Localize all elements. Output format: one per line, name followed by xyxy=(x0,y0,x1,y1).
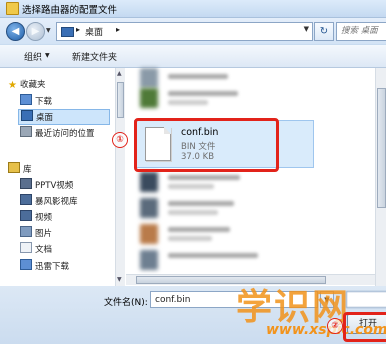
blurred-file-item[interactable] xyxy=(140,172,290,194)
window-title: 选择路由器的配置文件 xyxy=(22,5,118,16)
breadcrumb-chevron-icon[interactable]: ▸ xyxy=(116,25,120,34)
nav-item-desktop[interactable]: 桌面 xyxy=(18,109,110,125)
nav-item-pictures[interactable]: 图片 xyxy=(20,226,52,240)
back-arrow-icon[interactable]: ◀ xyxy=(6,22,25,41)
blurred-file-item[interactable] xyxy=(140,198,290,220)
toolbar: 组织 ▼ 新建文件夹 xyxy=(0,45,386,68)
nav-scroll-thumb[interactable] xyxy=(117,82,124,118)
blurred-file-icon xyxy=(140,172,158,192)
selected-file-highlight xyxy=(134,118,279,172)
nav-favorites-label: 收藏夹 xyxy=(19,80,46,90)
search-box[interactable] xyxy=(336,22,386,41)
blurred-text xyxy=(168,175,240,180)
video-library-icon xyxy=(20,194,32,205)
open-button-highlight xyxy=(343,312,386,342)
blurred-file-item[interactable] xyxy=(140,88,290,110)
nav-item-label: 下载 xyxy=(35,97,53,107)
desktop-icon xyxy=(21,110,33,121)
organize-dropdown-icon[interactable]: ▼ xyxy=(45,52,50,59)
blurred-text xyxy=(168,210,218,215)
title-bar: 选择路由器的配置文件 xyxy=(0,0,386,18)
nav-item-label: 文档 xyxy=(35,245,53,255)
nav-item-pptv[interactable]: PPTV视频 xyxy=(20,178,73,192)
video-library-icon xyxy=(20,210,32,221)
blurred-file-icon xyxy=(140,88,158,108)
blurred-file-icon xyxy=(140,250,158,270)
nav-item-label: 视频 xyxy=(35,213,53,223)
download-folder-icon xyxy=(20,259,32,270)
blurred-file-icon xyxy=(140,198,158,218)
refresh-icon[interactable]: ↻ xyxy=(314,22,334,41)
blurred-file-icon xyxy=(140,68,158,88)
blurred-file-item[interactable] xyxy=(140,250,290,272)
app-icon xyxy=(6,2,19,15)
nav-item-recent-places[interactable]: 最近访问的位置 xyxy=(20,126,95,140)
step-marker-2: ② xyxy=(327,318,343,334)
blurred-file-item[interactable] xyxy=(140,224,290,246)
nav-item-label: 最近访问的位置 xyxy=(35,129,95,139)
new-folder-button[interactable]: 新建文件夹 xyxy=(72,50,117,63)
nav-libraries[interactable]: 库 xyxy=(8,162,32,176)
file-list-scrollbar[interactable] xyxy=(375,68,386,286)
blurred-text xyxy=(168,74,228,79)
recent-places-icon xyxy=(20,126,32,137)
nav-item-label: 图片 xyxy=(35,229,53,239)
nav-item-baofeng[interactable]: 暴风影视库 xyxy=(20,194,78,208)
blurred-file-item[interactable] xyxy=(140,68,290,90)
nav-favorites[interactable]: ★ 收藏夹 xyxy=(8,78,45,92)
blurred-text xyxy=(168,100,208,105)
address-dropdown-icon[interactable]: ▼ xyxy=(304,25,309,33)
blurred-text xyxy=(168,184,214,189)
filename-label: 文件名(N): xyxy=(104,298,148,308)
main-area: ★ 收藏夹 下载 桌面 最近访问的位置 库 PPTV视频 暴风影视库 视频 图片 … xyxy=(0,68,386,286)
scroll-up-icon[interactable]: ▲ xyxy=(117,70,122,77)
star-icon: ★ xyxy=(8,80,17,91)
file-scroll-thumb[interactable] xyxy=(377,88,386,208)
search-input[interactable] xyxy=(337,23,386,38)
library-icon xyxy=(8,162,20,173)
documents-library-icon xyxy=(20,242,32,253)
nav-item-documents[interactable]: 文档 xyxy=(20,242,52,256)
blurred-text xyxy=(168,201,234,206)
blurred-file-icon xyxy=(140,224,158,244)
nav-item-label: 迅雷下载 xyxy=(35,262,70,272)
organize-button[interactable]: 组织 xyxy=(24,50,42,63)
breadcrumb-separator-icon[interactable]: ▸ xyxy=(76,25,80,34)
address-row: ◀ ▶ ▼ ▸ 桌面 ▸ ▼ ↻ xyxy=(0,18,386,44)
nav-item-videos[interactable]: 视频 xyxy=(20,210,52,224)
breadcrumb-desktop[interactable]: 桌面 xyxy=(85,25,103,38)
nav-libraries-label: 库 xyxy=(23,165,32,175)
pictures-library-icon xyxy=(20,226,32,237)
video-library-icon xyxy=(20,178,32,189)
nav-item-downloads[interactable]: 下载 xyxy=(20,94,52,108)
nav-item-label: 暴风影视库 xyxy=(35,197,78,207)
blurred-text xyxy=(168,227,230,232)
recent-pages-dropdown-icon[interactable]: ▼ xyxy=(46,27,51,34)
blurred-text xyxy=(168,236,212,241)
forward-arrow-icon[interactable]: ▶ xyxy=(26,22,45,41)
nav-item-label: 桌面 xyxy=(36,113,54,123)
address-bar[interactable]: ▸ 桌面 ▸ ▼ xyxy=(56,22,313,41)
nav-item-label: PPTV视频 xyxy=(35,181,74,191)
scroll-down-icon[interactable]: ▼ xyxy=(117,276,122,283)
nav-item-xunlei[interactable]: 迅雷下载 xyxy=(20,259,69,273)
download-folder-icon xyxy=(20,94,32,105)
step-marker-1: ① xyxy=(112,132,128,148)
file-list-pane: conf.bin BIN 文件 37.0 KB xyxy=(126,68,386,286)
navigation-pane: ★ 收藏夹 下载 桌面 最近访问的位置 库 PPTV视频 暴风影视库 视频 图片 … xyxy=(0,68,116,286)
blurred-text xyxy=(168,253,258,258)
nav-pane-scrollbar[interactable]: ▲ ▼ xyxy=(115,68,125,286)
desktop-folder-icon xyxy=(61,27,74,37)
blurred-text xyxy=(168,91,238,96)
